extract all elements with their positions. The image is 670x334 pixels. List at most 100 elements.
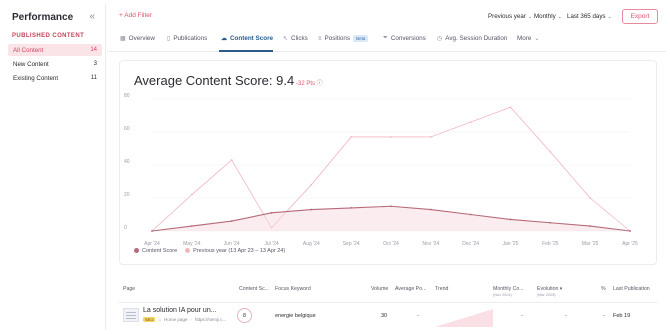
data-point-previous-year xyxy=(429,136,432,138)
tab-avg-session-duration[interactable]: ◷ Avg. Session Duration xyxy=(437,35,507,42)
column-header-average-position[interactable]: Average Po... xyxy=(395,286,426,292)
series-area-content-score xyxy=(152,206,630,231)
home-label: Home page xyxy=(164,317,188,322)
granularity-select[interactable]: Monthly ⌄ xyxy=(534,13,562,20)
tab-label: Avg. Session Duration xyxy=(445,35,508,42)
sidebar-item-count: 14 xyxy=(90,47,97,53)
data-point-previous-year xyxy=(310,183,313,186)
column-header-content-score[interactable]: Content Sc... xyxy=(239,286,269,292)
tab-label: Positions xyxy=(324,35,351,42)
data-point-content-score xyxy=(429,208,432,211)
x-tick-label: Aug '24 xyxy=(303,241,320,247)
line-chart: 0 20 40 60 80 Apr '24 May '24 Jun '24 Jul '24 Aug… xyxy=(124,93,638,247)
column-header-sub: (Mar 2025) xyxy=(537,293,556,297)
data-point-content-score xyxy=(230,220,233,223)
x-tick-label: Sep '24 xyxy=(343,241,360,247)
data-point-previous-year xyxy=(390,136,392,138)
document-icon: ▯ xyxy=(167,36,171,42)
tab-clicks[interactable]: ↖ Clicks xyxy=(283,35,308,42)
tab-more[interactable]: More ⌄ xyxy=(517,35,539,42)
x-tick-label: Nov '24 xyxy=(422,241,439,247)
cloud-icon: ☁ xyxy=(221,36,227,42)
tab-positions[interactable]: ≡ Positions Beta xyxy=(318,35,369,42)
compare-select-value: Previous year xyxy=(488,13,526,20)
column-header-trend[interactable]: Trend xyxy=(435,286,448,292)
focus-keyword: energie belgique xyxy=(275,313,316,319)
y-tick-label: 0 xyxy=(124,225,127,231)
cursor-icon: ↖ xyxy=(283,36,289,42)
double-chevron-left-icon[interactable]: « xyxy=(89,11,95,22)
tab-label: Publications xyxy=(173,35,208,42)
column-header-evolution[interactable]: Evolution ▾ (Mar 2025) xyxy=(537,286,562,298)
main-panel: + Add Filter Previous year ⌄ Monthly ⌄ Las… xyxy=(107,4,666,330)
page-meta: SEO ⌂ Home page · https://semji.c... xyxy=(143,317,226,322)
home-icon: ⌂ xyxy=(158,317,162,322)
data-point-content-score xyxy=(549,221,552,224)
x-tick-label: Oct '24 xyxy=(383,241,399,247)
sidebar-item-label: New Content xyxy=(13,60,49,68)
data-point-content-score xyxy=(350,207,353,209)
data-point-previous-year xyxy=(509,106,512,109)
clock-icon: ◷ xyxy=(437,36,443,42)
legend-item-content-score[interactable]: Content Score xyxy=(134,248,177,254)
tab-overview[interactable]: ▦ Overview xyxy=(120,35,155,42)
content-score-badge: 8 xyxy=(237,308,252,323)
column-header-volume[interactable]: Volume xyxy=(371,286,388,292)
sidebar-item-label: All Content xyxy=(13,46,44,54)
granularity-select-value: Monthly xyxy=(534,13,556,20)
legend-item-previous-year[interactable]: Previous year (13 Apr 23 – 13 Apr 24) xyxy=(185,248,285,254)
chevron-down-icon: ⌄ xyxy=(527,14,533,20)
separator: · xyxy=(190,317,192,322)
data-point-content-score xyxy=(270,211,273,214)
date-range-select[interactable]: Last 365 days ⌄ xyxy=(567,13,612,20)
column-header-focus-keyword[interactable]: Focus Keyword xyxy=(275,286,311,292)
export-button[interactable]: Export xyxy=(622,9,658,24)
x-tick-label: Feb '25 xyxy=(542,241,559,247)
data-point-content-score xyxy=(151,230,153,232)
date-range-select-value: Last 365 days xyxy=(567,13,606,20)
x-tick-label: Jun '24 xyxy=(224,241,240,247)
sidebar-item-new-content[interactable]: New Content 3 xyxy=(8,58,102,70)
sidebar-item-all-content[interactable]: All Content 14 xyxy=(8,44,102,56)
add-filter-button[interactable]: + Add Filter xyxy=(119,12,152,19)
tab-publications[interactable]: ▯ Publications xyxy=(167,35,207,42)
sidebar-item-count: 11 xyxy=(90,75,97,81)
y-tick-label: 80 xyxy=(124,93,130,99)
percent-value: - xyxy=(603,313,605,319)
sort-desc-icon: ▾ xyxy=(559,286,563,292)
page-title-link[interactable]: La solution IA pour un... xyxy=(143,307,217,314)
sidebar-item-existing-content[interactable]: Existing Content 11 xyxy=(8,72,102,84)
chevron-down-icon: ⌄ xyxy=(534,36,540,42)
data-point-content-score xyxy=(509,218,512,221)
column-header-page[interactable]: Page xyxy=(123,286,135,292)
metric-tabs: ▦ Overview ▯ Publications ☁ Content Score ↖… xyxy=(107,28,666,52)
y-tick-label: 20 xyxy=(124,192,130,198)
avg-position-value: - xyxy=(417,313,419,319)
column-header-percent[interactable]: % xyxy=(601,286,606,292)
tab-label: Overview xyxy=(128,35,155,42)
data-point-previous-year xyxy=(469,121,472,123)
y-tick-label: 40 xyxy=(124,159,130,165)
data-point-previous-year xyxy=(350,136,353,138)
list-icon: ≡ xyxy=(318,35,322,42)
content-score-chart-card: Average Content Score: 9.4 -32 Pts ⓘ 0 20… xyxy=(119,60,657,265)
legend-dot xyxy=(134,248,139,254)
x-tick-label: Apr '25 xyxy=(622,241,638,247)
tab-conversions[interactable]: ⏷ Conversions xyxy=(383,35,426,42)
chevron-down-icon: ⌄ xyxy=(557,14,562,20)
active-tab-indicator xyxy=(219,50,273,52)
app-window: Performance « PUBLISHED CONTENT All Cont… xyxy=(0,0,670,334)
sidebar-title: Performance xyxy=(12,12,74,23)
table-row[interactable]: La solution IA pour un... SEO ⌂ Home pag… xyxy=(119,302,657,328)
chevron-down-icon: ⌄ xyxy=(607,14,612,20)
page-url[interactable]: https://semji.c... xyxy=(195,317,226,322)
x-tick-label: Dec '24 xyxy=(462,241,479,247)
data-point-content-score xyxy=(310,208,313,211)
column-header-monthly-clicks[interactable]: Monthly Co... (Nov 2024) xyxy=(493,286,524,298)
tab-content-score[interactable]: ☁ Content Score xyxy=(221,35,273,42)
trend-sparkline xyxy=(435,309,493,327)
sidebar-item-label: Existing Content xyxy=(13,74,59,82)
sidebar: Performance « PUBLISHED CONTENT All Cont… xyxy=(4,4,106,330)
column-header-last-publication[interactable]: Last Publication xyxy=(613,286,650,292)
compare-select[interactable]: Previous year ⌄ xyxy=(488,13,532,20)
